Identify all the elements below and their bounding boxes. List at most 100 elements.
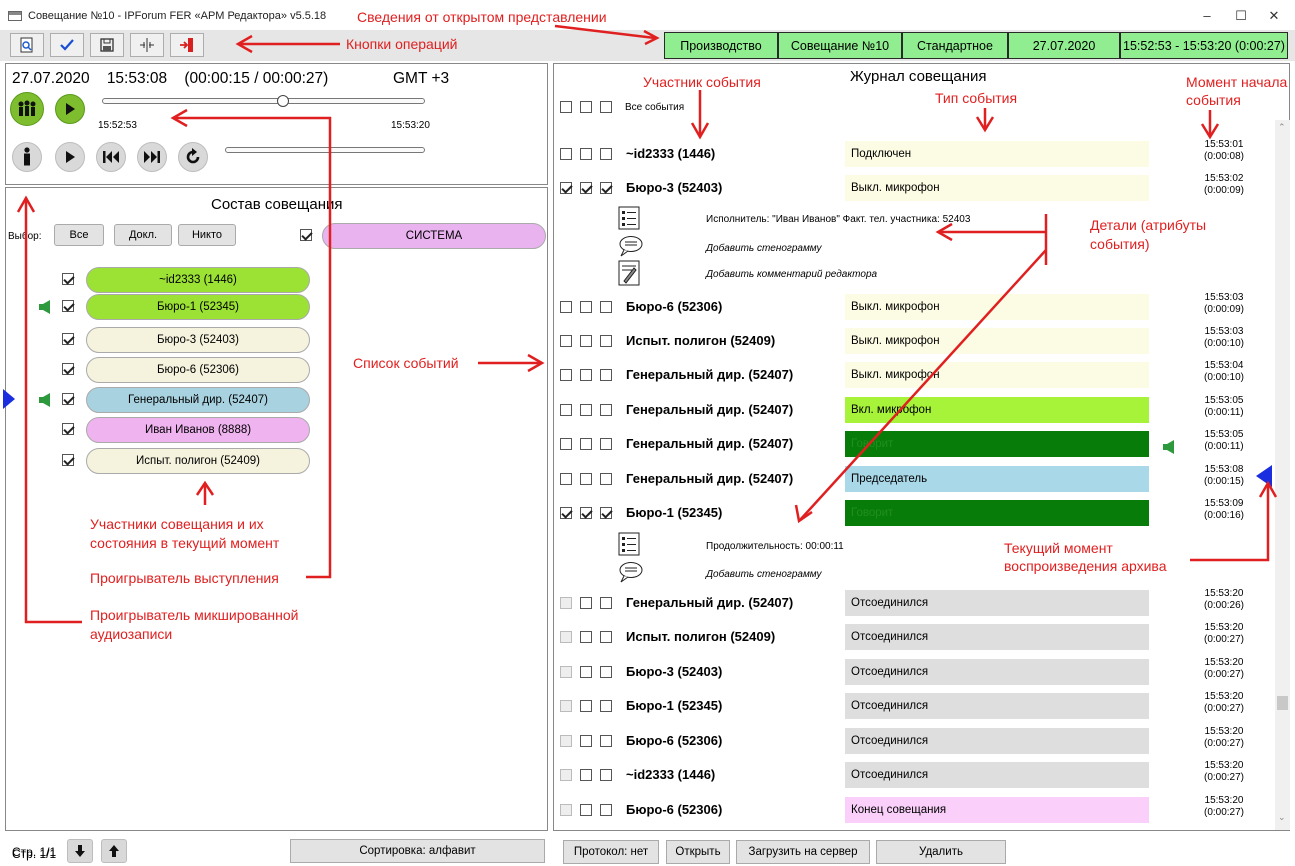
mix-play-button[interactable] xyxy=(55,94,85,124)
event-type[interactable]: Выкл. микрофон xyxy=(845,175,1149,201)
page-down-button[interactable] xyxy=(67,839,93,863)
event-checkbox[interactable] xyxy=(600,507,612,519)
event-checkbox[interactable] xyxy=(600,301,612,313)
event-checkbox[interactable] xyxy=(600,148,612,160)
event-checkbox[interactable] xyxy=(580,631,592,643)
event-checkbox[interactable] xyxy=(560,369,572,381)
event-checkbox[interactable] xyxy=(600,631,612,643)
event-checkbox[interactable] xyxy=(580,438,592,450)
save-button[interactable] xyxy=(90,33,124,57)
event-checkbox[interactable] xyxy=(560,631,572,643)
event-checkbox[interactable] xyxy=(560,769,572,781)
maximize-button[interactable]: ☐ xyxy=(1226,6,1256,26)
event-type[interactable]: Отсоединился xyxy=(845,693,1149,719)
event-checkbox[interactable] xyxy=(580,335,592,347)
select-all-button[interactable]: Все xyxy=(54,224,104,246)
event-checkbox[interactable] xyxy=(600,700,612,712)
event-checkbox[interactable] xyxy=(580,473,592,485)
attributes-icon[interactable] xyxy=(618,532,640,559)
event-checkbox[interactable] xyxy=(600,804,612,816)
event-type[interactable]: Председатель xyxy=(845,466,1149,492)
minimize-button[interactable]: – xyxy=(1192,6,1222,26)
event-checkbox[interactable] xyxy=(580,735,592,747)
event-checkbox[interactable] xyxy=(560,182,572,194)
repeat-button[interactable] xyxy=(178,142,208,172)
event-checkbox[interactable] xyxy=(580,507,592,519)
speech-mode-button[interactable] xyxy=(12,142,42,172)
participant-checkbox[interactable] xyxy=(62,333,74,345)
participant-pill[interactable]: Бюро-1 (52345) xyxy=(86,294,310,320)
transcript-icon[interactable] xyxy=(618,561,644,586)
scroll-up-icon[interactable]: ⌃ xyxy=(1278,122,1286,133)
participant-pill[interactable]: ~id2333 (1446) xyxy=(86,267,310,293)
event-type[interactable]: Выкл. микрофон xyxy=(845,362,1149,388)
participant-checkbox[interactable] xyxy=(62,423,74,435)
preview-button[interactable] xyxy=(10,33,44,57)
system-pill[interactable]: СИСТЕМА xyxy=(322,223,546,249)
prev-button[interactable] xyxy=(96,142,126,172)
event-type[interactable]: Отсоединился xyxy=(845,624,1149,650)
participant-checkbox[interactable] xyxy=(62,393,74,405)
event-type[interactable]: Отсоединился xyxy=(845,728,1149,754)
add-comment-link[interactable]: Добавить комментарий редактора xyxy=(706,269,877,280)
event-checkbox[interactable] xyxy=(600,473,612,485)
event-checkbox[interactable] xyxy=(600,182,612,194)
select-none-button[interactable]: Никто xyxy=(178,224,236,246)
event-checkbox[interactable] xyxy=(560,148,572,160)
attributes-icon[interactable] xyxy=(618,206,640,233)
event-checkbox[interactable] xyxy=(560,438,572,450)
event-type[interactable]: Подключен xyxy=(845,141,1149,167)
all-events-checkbox-2[interactable] xyxy=(580,101,592,113)
upload-button[interactable]: Загрузить на сервер xyxy=(736,840,870,864)
event-checkbox[interactable] xyxy=(600,735,612,747)
event-checkbox[interactable] xyxy=(600,597,612,609)
select-reports-button[interactable]: Докл. xyxy=(114,224,172,246)
mix-mode-button[interactable] xyxy=(10,92,44,126)
event-checkbox[interactable] xyxy=(580,148,592,160)
participant-checkbox[interactable] xyxy=(62,454,74,466)
next-button[interactable] xyxy=(137,142,167,172)
event-type[interactable]: Вкл. микрофон xyxy=(845,397,1149,423)
close-button[interactable]: ✕ xyxy=(1259,6,1289,26)
event-checkbox[interactable] xyxy=(560,804,572,816)
event-checkbox[interactable] xyxy=(580,369,592,381)
participant-pill[interactable]: Испыт. полигон (52409) xyxy=(86,448,310,474)
system-checkbox[interactable] xyxy=(300,229,312,241)
event-checkbox[interactable] xyxy=(580,404,592,416)
mix-slider-thumb[interactable] xyxy=(276,95,289,107)
event-checkbox[interactable] xyxy=(560,597,572,609)
participant-pill[interactable]: Иван Иванов (8888) xyxy=(86,417,310,443)
event-checkbox[interactable] xyxy=(580,301,592,313)
event-type[interactable]: Отсоединился xyxy=(845,590,1149,616)
event-checkbox[interactable] xyxy=(600,369,612,381)
journal-scrollbar[interactable]: ⌃ ⌄ xyxy=(1275,120,1290,830)
add-transcript-link[interactable]: Добавить стенограмму xyxy=(706,569,822,580)
event-type[interactable]: Выкл. микрофон xyxy=(845,294,1149,320)
delete-button[interactable]: Удалить xyxy=(876,840,1006,864)
event-checkbox[interactable] xyxy=(560,335,572,347)
participant-checkbox[interactable] xyxy=(62,273,74,285)
participant-checkbox[interactable] xyxy=(62,363,74,375)
event-type[interactable]: Говорит xyxy=(845,500,1149,526)
mix-slider-track[interactable] xyxy=(102,98,425,104)
participant-checkbox[interactable] xyxy=(62,300,74,312)
event-checkbox[interactable] xyxy=(560,666,572,678)
comment-edit-icon[interactable] xyxy=(618,260,640,289)
event-checkbox[interactable] xyxy=(580,700,592,712)
event-checkbox[interactable] xyxy=(600,335,612,347)
event-type[interactable]: Выкл. микрофон xyxy=(845,328,1149,354)
event-type[interactable]: Отсоединился xyxy=(845,762,1149,788)
protocol-button[interactable]: Протокол: нет xyxy=(563,840,659,864)
event-checkbox[interactable] xyxy=(580,182,592,194)
event-checkbox[interactable] xyxy=(560,404,572,416)
add-transcript-link[interactable]: Добавить стенограмму xyxy=(706,243,822,254)
open-button[interactable]: Открыть xyxy=(666,840,730,864)
event-checkbox[interactable] xyxy=(580,804,592,816)
event-checkbox[interactable] xyxy=(600,769,612,781)
scrollbar-thumb[interactable] xyxy=(1277,696,1288,710)
confirm-button[interactable] xyxy=(50,33,84,57)
participant-pill[interactable]: Генеральный дир. (52407) xyxy=(86,387,310,413)
page-up-button[interactable] xyxy=(101,839,127,863)
all-events-checkbox-1[interactable] xyxy=(560,101,572,113)
split-button[interactable] xyxy=(130,33,164,57)
